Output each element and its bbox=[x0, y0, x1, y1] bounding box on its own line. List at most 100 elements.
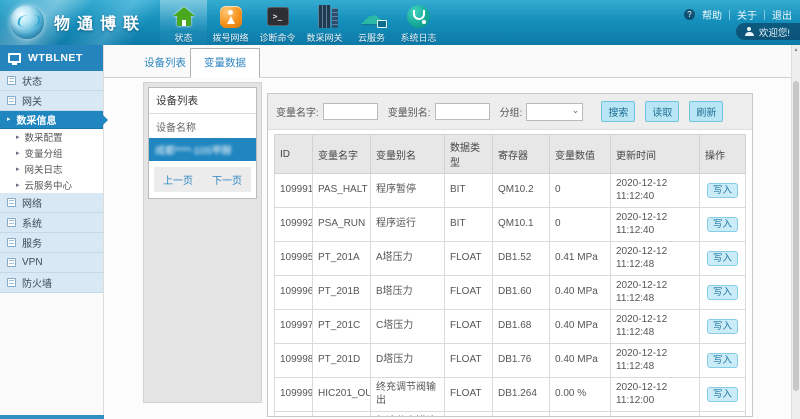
cell-register: DB1.264 bbox=[493, 378, 550, 412]
cell-updated: 2020-12-12 11:12:48 bbox=[611, 310, 700, 344]
device-next-page-link[interactable]: 下一页 bbox=[212, 172, 242, 187]
cell-dtype: FLOAT bbox=[445, 242, 493, 276]
sidebar-item-firewall[interactable]: 防火墙 bbox=[0, 273, 103, 293]
cell-alias: B塔压力 bbox=[371, 276, 445, 310]
caret-icon: ▸ bbox=[16, 134, 20, 141]
table-row: 109998 PT_201D D塔压力 FLOAT DB1.76 0.40 MP… bbox=[275, 344, 746, 378]
list-icon bbox=[7, 198, 16, 207]
cell-updated: 2020-12-12 11:12:48 bbox=[611, 242, 700, 276]
alias-filter-input[interactable] bbox=[435, 103, 490, 120]
table-row: 109997 PT_201C C塔压力 FLOAT DB1.68 0.40 MP… bbox=[275, 310, 746, 344]
cell-updated: 2020-12-12 11:12:40 bbox=[611, 174, 700, 208]
main-nav: 状态 拨号网络 >_ 诊断命令 数采网关 ☁ 云服务 系统日志 bbox=[160, 0, 442, 45]
home-icon bbox=[170, 4, 198, 29]
sidebar-item-system[interactable]: 系统 bbox=[0, 213, 103, 233]
content: 设备列表 变量数据 设备列表 设备名称 成都****-10S甲醇 上一页 下一页 bbox=[104, 45, 791, 419]
nav-item-diagnostic-command[interactable]: >_ 诊断命令 bbox=[254, 0, 301, 45]
sidebar-item-service[interactable]: 服务 bbox=[0, 233, 103, 253]
nav-item-dial-network[interactable]: 拨号网络 bbox=[207, 0, 254, 45]
sidebar-item-data-config[interactable]: ▸ 数采配置 bbox=[0, 129, 103, 145]
write-button[interactable]: 写入 bbox=[707, 319, 738, 335]
cell-name: PT_201B bbox=[313, 276, 371, 310]
sidebar-title: WTBLNET bbox=[28, 52, 83, 64]
read-button[interactable]: 读取 bbox=[645, 101, 679, 122]
column-header: ID bbox=[275, 135, 313, 174]
content-body: 设备列表 设备名称 成都****-10S甲醇 上一页 下一页 变量名字: 变量 bbox=[104, 78, 791, 419]
browser-scrollbar[interactable]: ▲ bbox=[791, 45, 800, 419]
nav-item-data-gateway[interactable]: 数采网关 bbox=[301, 0, 348, 45]
cell-name: PT_201A bbox=[313, 242, 371, 276]
welcome-pill[interactable]: 欢迎您! bbox=[736, 23, 800, 40]
table-row: 109995 PT_201A A塔压力 FLOAT DB1.52 0.41 MP… bbox=[275, 242, 746, 276]
device-panel: 设备列表 设备名称 成都****-10S甲醇 上一页 下一页 bbox=[143, 82, 262, 403]
refresh-button[interactable]: 刷新 bbox=[689, 101, 723, 122]
list-icon bbox=[7, 218, 16, 227]
sidebar-item-variable-group[interactable]: ▸ 变量分组 bbox=[0, 145, 103, 161]
chevron-down-icon: ⌄ bbox=[572, 105, 580, 116]
help-icon: ? bbox=[684, 9, 695, 20]
sidebar-item-network[interactable]: 网络 bbox=[0, 193, 103, 213]
name-filter-input[interactable] bbox=[323, 103, 378, 120]
write-button[interactable]: 写入 bbox=[707, 217, 738, 233]
sidebar-item-cloud-center[interactable]: ▸ 云服务中心 bbox=[0, 177, 103, 193]
table-row: 109999 HIC201_OUT 终充调节阀输出 FLOAT DB1.264 … bbox=[275, 378, 746, 412]
cell-id: 109997 bbox=[275, 310, 313, 344]
sidebar-item-status[interactable]: 状态 bbox=[0, 71, 103, 91]
column-header: 操作 bbox=[700, 135, 746, 174]
nav-item-cloud-service[interactable]: ☁ 云服务 bbox=[348, 0, 395, 45]
column-header: 变量名字 bbox=[313, 135, 371, 174]
cell-id: 109991 bbox=[275, 174, 313, 208]
cell-register: QM10.1 bbox=[493, 208, 550, 242]
variable-table-card: 变量名字: 变量别名: 分组: ⌄ 搜索 读取 刷新 bbox=[267, 93, 753, 417]
scrollbar-thumb[interactable] bbox=[793, 81, 799, 391]
nav-item-status[interactable]: 状态 bbox=[160, 0, 207, 45]
welcome-text: 欢迎您! bbox=[759, 25, 790, 39]
about-link[interactable]: 关于 bbox=[737, 7, 757, 22]
cell-id: 109992 bbox=[275, 208, 313, 242]
cell-name: PT_201C bbox=[313, 310, 371, 344]
sidebar-item-gateway[interactable]: 网关 bbox=[0, 91, 103, 111]
tab-device-list[interactable]: 设备列表 bbox=[134, 49, 196, 77]
logout-link[interactable]: 退出 bbox=[772, 7, 792, 22]
caret-icon: ▸ bbox=[16, 150, 20, 157]
cell-value: 0.40 MPa bbox=[550, 276, 611, 310]
cell-name: PSA_RUN bbox=[313, 208, 371, 242]
help-link[interactable]: 帮助 bbox=[702, 7, 722, 22]
cell-updated: 2020-12-12 11:12:40 bbox=[611, 208, 700, 242]
column-header: 变量数值 bbox=[550, 135, 611, 174]
cell-alias: 程序运行 bbox=[371, 208, 445, 242]
divider bbox=[729, 10, 730, 20]
group-select[interactable]: ⌄ bbox=[526, 103, 583, 121]
tab-variable-data[interactable]: 变量数据 bbox=[190, 48, 260, 78]
monitor-icon bbox=[8, 53, 21, 63]
brand: 物通博联 bbox=[10, 5, 146, 39]
cell-register: DB1.76 bbox=[493, 344, 550, 378]
cell-register: DB1.52 bbox=[493, 242, 550, 276]
scrollbar-up-arrow-icon[interactable]: ▲ bbox=[792, 47, 800, 53]
sidebar-item-gateway-log[interactable]: ▸ 网关日志 bbox=[0, 161, 103, 177]
write-button[interactable]: 写入 bbox=[707, 183, 738, 199]
top-links: ? 帮助 关于 退出 bbox=[684, 7, 792, 22]
sidebar-item-vpn[interactable]: VPN bbox=[0, 253, 103, 273]
cell-updated: 2020-12-12 11:12:48 bbox=[611, 276, 700, 310]
selected-device-row[interactable]: 成都****-10S甲醇 bbox=[149, 138, 256, 161]
cell-alias: A塔压力 bbox=[371, 242, 445, 276]
nav-item-system-log[interactable]: 系统日志 bbox=[395, 0, 442, 45]
cell-dtype: FLOAT bbox=[445, 378, 493, 412]
sidebar-item-data-info[interactable]: ▸ 数采信息 bbox=[0, 111, 103, 129]
cell-register: DB1.60 bbox=[493, 276, 550, 310]
column-header: 变量别名 bbox=[371, 135, 445, 174]
search-button[interactable]: 搜索 bbox=[601, 101, 635, 122]
write-button[interactable]: 写入 bbox=[707, 251, 738, 267]
cell-value: 0.41 MPa bbox=[550, 242, 611, 276]
write-button[interactable]: 写入 bbox=[707, 285, 738, 301]
write-button[interactable]: 写入 bbox=[707, 387, 738, 403]
topbar: 物通博联 状态 拨号网络 >_ 诊断命令 数采网关 ☁ 云服务 bbox=[0, 0, 800, 45]
table-row: 110046 LAL_102_SP 气液分离罐液位低报设定 FLOAT DB1.… bbox=[275, 412, 746, 418]
cell-alias: 气液分离罐液位低报设定 bbox=[371, 412, 445, 418]
name-filter-label: 变量名字: bbox=[276, 104, 319, 119]
write-button[interactable]: 写入 bbox=[707, 353, 738, 369]
brand-logo-icon bbox=[10, 5, 44, 39]
device-prev-page-link[interactable]: 上一页 bbox=[163, 172, 193, 187]
page: 物通博联 状态 拨号网络 >_ 诊断命令 数采网关 ☁ 云服务 bbox=[0, 0, 800, 419]
